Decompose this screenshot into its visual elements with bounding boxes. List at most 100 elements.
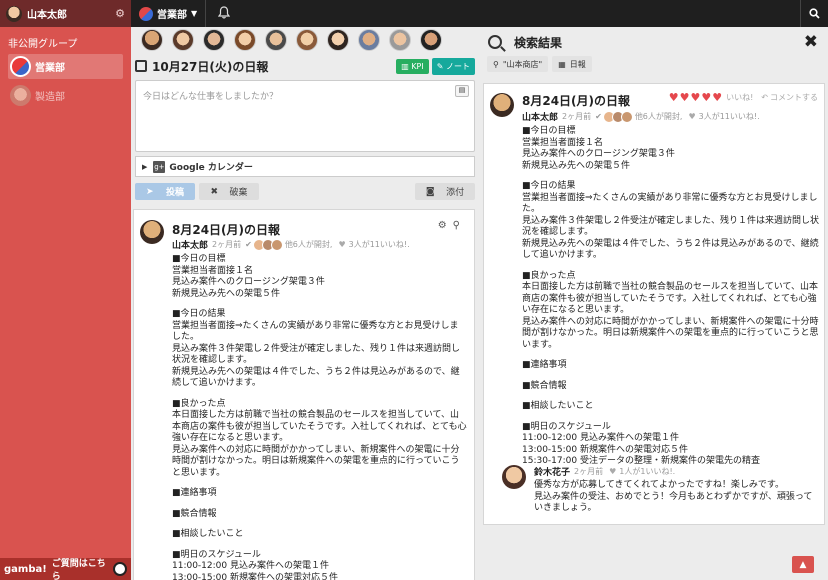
top-bar: 営業部 ▼ (131, 0, 828, 27)
discard-button[interactable]: ✖ 破棄 (199, 183, 259, 200)
result-paragraph: ■競合情報 (522, 380, 567, 391)
post-paragraph: ■相談したいこと (172, 529, 244, 539)
kpi-button[interactable]: ▥ KPI (396, 58, 429, 74)
post-body: ■今日の目標 営業担当者面接１名 見込み案件へのクロージング架電３件 新規見込み… (172, 254, 467, 580)
member-avatar[interactable] (265, 29, 287, 51)
author-avatar[interactable] (490, 93, 514, 117)
result-paragraph: ■今日の目標 営業担当者面接１名 見込み案件へのクロージング架電３件 新規見込み… (522, 126, 675, 171)
comment-button[interactable]: コメントする (770, 92, 818, 103)
member-avatar[interactable] (358, 29, 380, 51)
result-opened[interactable]: 他6人が開封, (635, 111, 683, 122)
compose-placeholder: 今日はどんな仕事をしましたか？ (143, 92, 279, 102)
discard-label: 破棄 (229, 188, 248, 198)
attach-label: 添付 (446, 188, 465, 198)
result-paragraph: ■良かった点 本日面接した方は前職で当社の競合製品のセールスを担当していて、山本… (522, 270, 819, 350)
pin-icon[interactable]: ⚲ (453, 220, 466, 231)
sidebar-section-title: 非公開グループ (8, 39, 78, 50)
bell-icon[interactable] (206, 5, 242, 22)
search-result-card: 8月24日(月)の日報 ♥♥♥♥♥ いいね! ↶ コメントする 山本太郎 2ヶ月… (483, 83, 825, 525)
member-strip (131, 27, 481, 53)
post-opened[interactable]: 他6人が開封, (285, 239, 333, 250)
comment-likes[interactable]: 1人が1いいね!. (619, 466, 675, 477)
chevron-right-icon: ▶ (142, 162, 148, 171)
post-paragraph: ■今日の結果 営業担当者面接⇒たくさんの実績があり非常に優秀な方とお見受けしまし… (172, 309, 461, 388)
post-paragraph: ■良かった点 本日面接した方は前職で当社の競合製品のセールスを担当していて、山本… (172, 398, 467, 478)
reply-icon: ↶ (761, 93, 768, 102)
scroll-top-button[interactable]: ▲ (792, 556, 814, 573)
search-filters: ⚲ "山本商店" ▦ 日報 (487, 56, 596, 72)
like-button[interactable]: いいね! (726, 92, 753, 103)
member-avatar[interactable] (389, 29, 411, 51)
post-paragraph: ■競合情報 (172, 508, 217, 519)
group-icon (10, 85, 31, 106)
result-likes[interactable]: 3人が11いいね!. (699, 111, 760, 122)
heart-icon: ♥ (338, 240, 346, 249)
comment-time: 2ヶ月前 (574, 467, 604, 476)
group-switcher[interactable]: 営業部 ▼ (131, 0, 205, 27)
note-button[interactable]: ✎ ノート (431, 57, 475, 75)
comment-text: 優秀な方が応募してきてくれてよかったですね！楽しみです。 見込み案件の受注、おめ… (534, 480, 813, 513)
post-paragraph: ■今日の目標 営業担当者面接１名 見込み案件へのクロージング架電３件 新規見込み… (172, 254, 325, 299)
author-avatar[interactable] (140, 220, 164, 244)
post-author[interactable]: 山本太郎 (172, 238, 208, 251)
google-calendar-toggle[interactable]: ▶ g+ Google カレンダー (135, 156, 475, 177)
reader-avatar (620, 110, 633, 123)
group-name: 営業部 (157, 10, 187, 21)
reader-avatar (270, 238, 283, 251)
search-icon[interactable] (800, 0, 828, 27)
post-likes[interactable]: 3人が11いいね!. (349, 239, 410, 250)
filter-chip-label: 日報 (569, 59, 586, 69)
member-avatar[interactable] (327, 29, 349, 51)
member-avatar[interactable] (203, 29, 225, 51)
member-avatar[interactable] (234, 29, 256, 51)
brand-logo: gamba! (4, 563, 47, 575)
search-icon: ⚲ (493, 59, 499, 69)
result-paragraph: ■今日の結果 営業担当者面接⇒たくさんの実績があり非常に優秀な方とお見受けしまし… (522, 181, 820, 260)
google-calendar-label: Google カレンダー (169, 163, 253, 173)
user-bar[interactable]: 山本太郎 ⚙ (0, 0, 131, 27)
member-avatar[interactable] (172, 29, 194, 51)
filter-chip-label: "山本商店" (502, 59, 543, 69)
user-avatar (6, 5, 22, 22)
diary-date-title: 10月27日(火)の日報 (152, 59, 269, 74)
sidebar-item-sales[interactable]: 営業部 (8, 54, 123, 79)
heart-icon: ♥ (609, 467, 617, 476)
attach-button[interactable]: ◙ 添付 (415, 183, 475, 200)
gear-icon[interactable]: ⚙ (438, 220, 453, 231)
post-paragraph: ■明日のスケジュール 11:00-12:00 見込み案件への架電１件 13:00… (172, 549, 338, 580)
commenter-avatar[interactable] (502, 465, 526, 489)
calendar-icon: ▦ (558, 59, 566, 69)
post-button[interactable]: ➤ 投稿 (135, 183, 195, 200)
group-icon (10, 56, 31, 77)
diary-header: 10月27日(火)の日報 ▥ KPI ✎ ノート (131, 55, 481, 77)
search-title: 検索結果 (514, 35, 563, 50)
search-icon (488, 35, 502, 49)
search-header: 検索結果 ✖ (482, 31, 828, 53)
check-icon: ✔ (595, 112, 602, 121)
template-icon[interactable]: ▤ (455, 85, 469, 97)
diary-compose-field[interactable]: 今日はどんな仕事をしましたか？ ▤ (135, 80, 475, 152)
calendar-icon (135, 60, 147, 72)
result-time: 2ヶ月前 (562, 112, 592, 121)
comment-author[interactable]: 鈴木花子 (534, 465, 570, 478)
hearts-icon: ♥♥♥♥♥ (668, 91, 724, 104)
post-title[interactable]: 8月24日(月)の日報 (172, 221, 280, 238)
gear-icon[interactable]: ⚙ (115, 7, 125, 20)
help-link[interactable]: ご質問はこちら (52, 556, 113, 580)
mascot-icon (113, 562, 127, 576)
member-avatar[interactable] (141, 29, 163, 51)
member-avatar[interactable] (420, 29, 442, 51)
post-label: 投稿 (166, 188, 185, 198)
result-title[interactable]: 8月24日(月)の日報 (522, 92, 630, 109)
close-icon[interactable]: ✖ (804, 32, 818, 52)
result-author[interactable]: 山本太郎 (522, 110, 558, 123)
sidebar-item-manufacturing[interactable]: 製造部 (8, 83, 123, 108)
heart-icon: ♥ (688, 112, 696, 121)
member-avatar[interactable] (296, 29, 318, 51)
help-footer[interactable]: gamba! ご質問はこちら (0, 558, 131, 580)
post-meta: 山本太郎 2ヶ月前 ✔ 他6人が開封, ♥ 3人が11いいね!. (172, 238, 410, 251)
check-icon: ✔ (245, 240, 252, 249)
filter-chip-type[interactable]: ▦ 日報 (552, 56, 592, 72)
result-paragraph: ■明日のスケジュール 11:00-12:00 見込み案件への架電１件 13:00… (522, 421, 760, 467)
filter-chip-keyword[interactable]: ⚲ "山本商店" (487, 56, 549, 72)
